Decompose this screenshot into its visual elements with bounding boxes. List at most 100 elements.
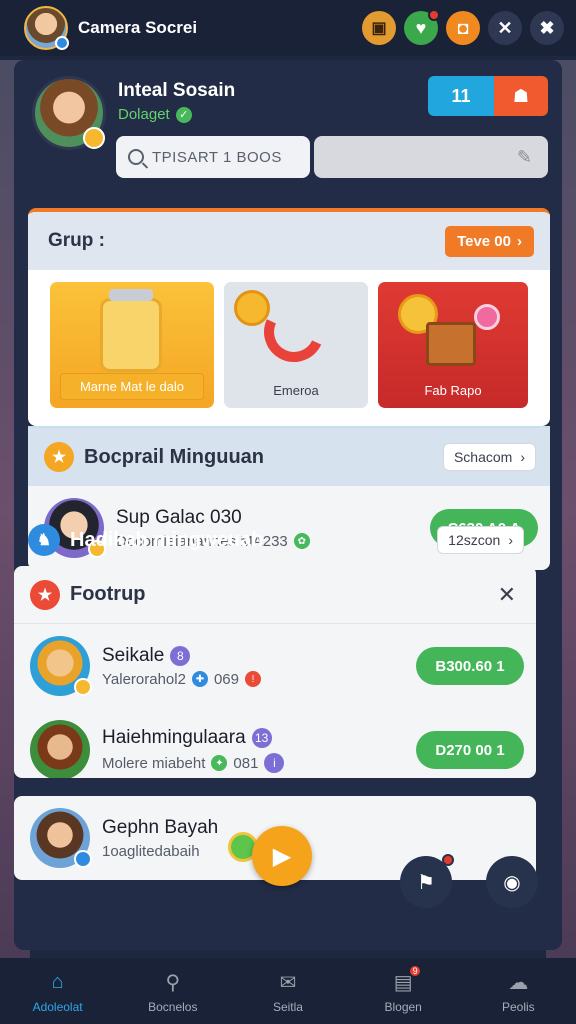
bottom-nav: ⌂ Adoleolat ⚲ Bocnelos ✉ Seitla ▤ 9 Bloge… bbox=[0, 958, 576, 1024]
section-action-button[interactable]: 12szcon › bbox=[437, 526, 524, 554]
top-bar: Camera Socrei ▣ ♥ ◘ ✕ ✖ bbox=[0, 0, 576, 56]
tile-label: Marne Mat le dalo bbox=[60, 373, 204, 400]
avatar bbox=[30, 636, 92, 696]
message-input[interactable]: ✎ bbox=[314, 136, 548, 178]
sparkle-icon: ✦ bbox=[211, 755, 228, 771]
nav-label: Blogen bbox=[384, 1000, 422, 1014]
home-icon: ⌂ bbox=[51, 970, 64, 993]
group-progress-bar bbox=[28, 208, 114, 212]
document-icon: ▤ 9 bbox=[388, 964, 423, 996]
header-buttons: 11 ☗ bbox=[428, 76, 548, 116]
score-button[interactable]: B300.60 1 bbox=[416, 647, 524, 685]
section-header: ♞ Hadikah mingweuah 12szcon › bbox=[14, 520, 536, 560]
search-input[interactable]: TPISART 1 BOOS bbox=[116, 136, 310, 178]
controller-icon: ✚ bbox=[191, 671, 208, 687]
chevron-right-icon: › bbox=[508, 532, 513, 548]
level-badge: 13 bbox=[251, 728, 272, 748]
tile-hook[interactable]: Emeroa bbox=[224, 282, 368, 408]
app-title: Camera Socrei bbox=[78, 18, 198, 37]
orange-badge-icon[interactable]: ◘ bbox=[446, 11, 480, 45]
profile-avatar[interactable] bbox=[32, 76, 106, 150]
social-header: ★ Bocprail Minguuan Schacom › bbox=[28, 428, 550, 486]
profile-card-icon[interactable]: ▣ bbox=[362, 11, 396, 45]
group-action-button[interactable]: Teve 00 › bbox=[445, 225, 534, 257]
player-sub: 1oaglitedabaih bbox=[102, 842, 200, 860]
tile-label: Fab Rapo bbox=[424, 383, 482, 398]
coin-icon bbox=[83, 127, 105, 149]
notification-dot bbox=[442, 854, 454, 866]
group-title: Grup : bbox=[48, 230, 105, 251]
social-action-button[interactable]: Schacom › bbox=[442, 443, 536, 471]
player-count: 081 bbox=[233, 754, 259, 772]
group-action-label: Teve 00 bbox=[457, 232, 511, 250]
social-action-label: Schacom bbox=[453, 449, 513, 465]
profile-name: Inteal Sosain bbox=[118, 80, 236, 101]
nav-chat[interactable]: ✉ Seitla bbox=[240, 968, 336, 1015]
nav-search[interactable]: ⚲ Bocnelos bbox=[125, 968, 221, 1015]
notification-dot bbox=[428, 9, 440, 21]
group-header: Grup : Teve 00 › bbox=[28, 212, 550, 270]
shield-icon[interactable]: ♥ bbox=[404, 9, 440, 45]
jar-icon bbox=[100, 289, 162, 372]
gem-icon bbox=[474, 304, 500, 330]
group-users-icon[interactable]: ☗ bbox=[494, 76, 548, 116]
coin-icon bbox=[74, 678, 92, 696]
pencil-icon: ✎ bbox=[516, 146, 532, 167]
info-icon: i bbox=[264, 753, 285, 773]
alert-icon: ! bbox=[244, 671, 261, 687]
level-badge: 8 bbox=[170, 645, 191, 666]
player-name: Seikale bbox=[102, 644, 165, 666]
close-icon[interactable]: ✕ bbox=[488, 11, 522, 45]
chevron-right-icon: › bbox=[517, 232, 522, 250]
player-name: Haiehmingulaara bbox=[102, 727, 246, 748]
player-sub: Yalerorahol2 bbox=[102, 670, 186, 688]
tile-chest[interactable]: Fab Rapo bbox=[378, 282, 528, 408]
bunny-icon: ♞ bbox=[28, 524, 60, 556]
nav-label: Peolis bbox=[502, 1000, 535, 1014]
tile-jar[interactable]: Marne Mat le dalo bbox=[50, 282, 214, 408]
nav-cloud[interactable]: ☁ Peolis bbox=[470, 968, 566, 1015]
player-count: 069 bbox=[213, 670, 239, 688]
x-icon[interactable]: ✖ bbox=[530, 11, 564, 45]
player-sub: Molere miabeht bbox=[102, 754, 206, 772]
camera-fab[interactable]: ◉ bbox=[486, 856, 538, 908]
nav-label: Bocnelos bbox=[148, 1000, 198, 1014]
footrup-card: ★ Footrup ✕ Seikale 8 Yalerorahol2 ✚ 069! B3… bbox=[14, 566, 536, 778]
status-check-icon: ✓ bbox=[175, 106, 192, 123]
online-indicator bbox=[55, 36, 69, 50]
search-placeholder: TPISART 1 BOOS bbox=[152, 148, 282, 166]
tile-label: Emeroa bbox=[273, 383, 319, 398]
footrup-title: Footrup bbox=[70, 583, 146, 605]
section-action-label: 12szcon bbox=[448, 532, 501, 548]
star-icon: ★ bbox=[44, 442, 74, 472]
status-text: Dolaget bbox=[118, 106, 170, 123]
chevron-right-icon: › bbox=[520, 449, 525, 465]
section-title: Hadikah mingweuah bbox=[70, 528, 264, 551]
player-name: Gephn Bayah bbox=[102, 816, 219, 838]
nav-document[interactable]: ▤ 9 Blogen bbox=[355, 964, 451, 1014]
score-button[interactable]: D270 00 1 bbox=[416, 731, 524, 769]
profile-status: Dolaget ✓ bbox=[118, 106, 192, 123]
list-item[interactable]: Haiehmingulaara 13 Molere miabeht ✦ 081 i D2… bbox=[14, 708, 536, 778]
nav-label: Seitla bbox=[272, 1000, 303, 1014]
nav-badge: 9 bbox=[408, 964, 423, 978]
social-title: Bocprail Minguuan bbox=[84, 445, 264, 468]
online-indicator bbox=[74, 850, 92, 868]
footrup-header: ★ Footrup ✕ bbox=[14, 566, 536, 624]
star-icon: ★ bbox=[30, 579, 60, 610]
avatar bbox=[30, 808, 92, 868]
list-item[interactable]: Seikale 8 Yalerorahol2 ✚ 069! B300.60 1 bbox=[14, 624, 536, 708]
nav-label: Adoleolat bbox=[32, 1000, 83, 1014]
bookmark-fab[interactable]: ⚑ bbox=[400, 854, 454, 908]
cloud-icon: ☁ bbox=[508, 971, 529, 994]
chat-icon: ✉ bbox=[279, 971, 297, 994]
play-button[interactable]: ▶ bbox=[252, 826, 312, 886]
user-avatar-small[interactable] bbox=[24, 6, 69, 50]
treasure-chest-icon bbox=[426, 322, 476, 366]
nav-home[interactable]: ⌂ Adoleolat bbox=[10, 968, 106, 1015]
search-people-icon: ⚲ bbox=[165, 971, 181, 994]
friends-count-button[interactable]: 11 bbox=[428, 76, 494, 116]
group-card: Grup : Teve 00 › Marne Mat le dalo Emeroa… bbox=[28, 208, 550, 426]
close-icon[interactable]: ✕ bbox=[498, 582, 516, 608]
search-icon bbox=[128, 149, 144, 165]
